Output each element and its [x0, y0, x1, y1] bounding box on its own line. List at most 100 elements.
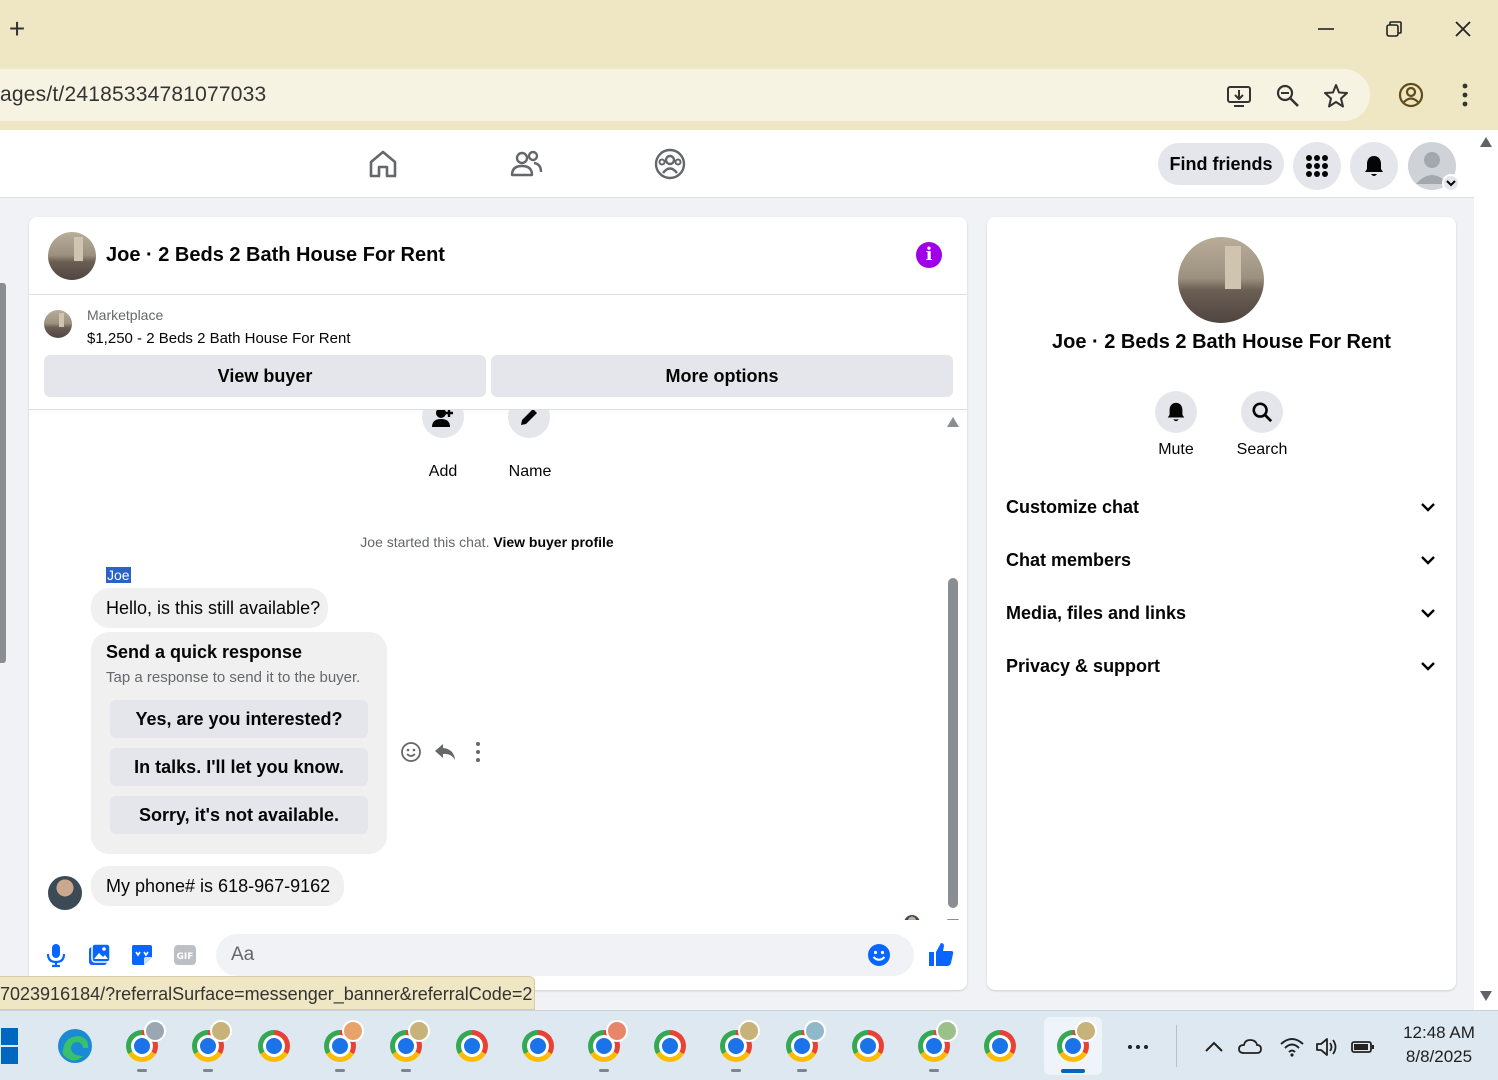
edit-name-button[interactable] [508, 410, 550, 438]
message-bubble[interactable]: My phone# is 618-967-9162 [91, 866, 344, 906]
section-chat-members[interactable]: Chat members [1006, 540, 1438, 580]
thumbs-up-icon[interactable] [927, 940, 955, 968]
chrome-window[interactable] [914, 1020, 958, 1066]
chat-panel: Joe · 2 Beds 2 Bath House For Rent i Mar… [29, 217, 967, 990]
chat-avatar[interactable] [48, 232, 96, 280]
start-windows-icon[interactable] [0, 1026, 20, 1066]
add-people-button[interactable] [422, 410, 464, 438]
friends-icon[interactable] [509, 147, 543, 181]
chrome-window[interactable] [518, 1026, 558, 1066]
profile-badge [1075, 1020, 1097, 1042]
chrome-window[interactable] [386, 1020, 430, 1066]
message-list[interactable]: Add Name Joe started this chat. View buy… [29, 410, 967, 920]
message-scrollbar[interactable] [946, 410, 960, 920]
message-input[interactable] [231, 934, 851, 976]
profile-badge [342, 1020, 364, 1042]
menu-button[interactable] [1293, 142, 1341, 190]
chrome-window-active[interactable] [1053, 1020, 1097, 1066]
windows-taskbar: 12:48 AM 8/8/2025 [0, 1010, 1498, 1080]
scroll-up-arrow-icon[interactable] [946, 416, 960, 428]
info-avatar[interactable] [1178, 237, 1264, 323]
quick-reply-button[interactable]: Yes, are you interested? [110, 700, 368, 738]
notifications-button[interactable] [1350, 142, 1398, 190]
chevron-up-icon[interactable] [1202, 1035, 1226, 1059]
sticker-icon[interactable] [129, 942, 155, 968]
browser-menu-icon[interactable] [1452, 82, 1478, 108]
chrome-window[interactable] [650, 1026, 690, 1066]
message-input-box[interactable] [216, 934, 914, 976]
view-buyer-button[interactable]: View buyer [44, 355, 486, 397]
restore-button[interactable] [1376, 14, 1412, 44]
profile-badge [606, 1020, 628, 1042]
scroll-down-arrow-icon[interactable] [1479, 990, 1493, 1002]
install-app-icon[interactable] [1226, 83, 1252, 109]
chrome-window[interactable] [584, 1020, 628, 1066]
close-window-button[interactable] [1445, 14, 1481, 44]
more-icon[interactable] [466, 740, 490, 764]
wifi-icon[interactable] [1280, 1035, 1304, 1059]
gif-icon[interactable]: GIF [172, 942, 198, 968]
find-friends-button[interactable]: Find friends [1158, 143, 1284, 185]
section-media-files-links[interactable]: Media, files and links [1006, 593, 1438, 633]
running-indicator [335, 1069, 345, 1072]
section-label: Media, files and links [1006, 603, 1187, 623]
quick-reply-button[interactable]: Sorry, it's not available. [110, 796, 368, 834]
onedrive-cloud-icon[interactable] [1238, 1035, 1262, 1059]
react-emoji-icon[interactable] [399, 740, 423, 764]
address-bar[interactable]: ages/t/24185334781077033 [0, 69, 1370, 121]
microphone-icon[interactable] [43, 942, 69, 968]
chrome-window[interactable] [452, 1026, 492, 1066]
running-indicator [599, 1069, 609, 1072]
section-privacy-support[interactable]: Privacy & support [1006, 646, 1438, 686]
account-avatar[interactable] [1408, 142, 1460, 192]
chrome-window[interactable] [716, 1020, 760, 1066]
chrome-window[interactable] [122, 1020, 166, 1066]
listing-thumbnail[interactable] [44, 310, 72, 338]
groups-icon[interactable] [653, 147, 687, 181]
chrome-window[interactable] [254, 1026, 294, 1066]
mute-label: Mute [1158, 441, 1194, 458]
page-scrollbar[interactable] [1474, 130, 1498, 1010]
edge-browser-icon[interactable] [55, 1026, 95, 1066]
battery-icon[interactable] [1351, 1035, 1375, 1059]
chevron-down-icon [1446, 180, 1456, 187]
profile-badge [738, 1020, 760, 1042]
chat-started-notice: Joe started this chat. View buyer profil… [29, 534, 945, 550]
zoom-icon[interactable] [1275, 83, 1301, 109]
section-customize-chat[interactable]: Customize chat [1006, 487, 1438, 527]
bookmark-star-icon[interactable] [1323, 83, 1349, 109]
profile-icon[interactable] [1398, 82, 1424, 108]
listing-title[interactable]: $1,250 - 2 Beds 2 Bath House For Rent [87, 330, 351, 347]
more-apps-icon[interactable] [1126, 1035, 1150, 1059]
home-icon[interactable] [366, 147, 400, 181]
conversation-info-icon[interactable]: i [916, 242, 942, 268]
mute-button[interactable] [1155, 391, 1197, 433]
chrome-window[interactable] [188, 1020, 232, 1066]
system-clock[interactable]: 12:48 AM 8/8/2025 [1394, 1021, 1484, 1069]
more-options-button[interactable]: More options [491, 355, 953, 397]
volume-icon[interactable] [1315, 1035, 1339, 1059]
message-bubble[interactable]: Hello, is this still available? [91, 588, 328, 628]
scroll-up-arrow-icon[interactable] [1479, 136, 1493, 148]
scrollbar-thumb[interactable] [948, 578, 958, 908]
emoji-icon[interactable] [867, 943, 891, 967]
chat-title[interactable]: Joe · 2 Beds 2 Bath House For Rent [106, 244, 445, 267]
taskbar-separator [1176, 1025, 1177, 1067]
new-tab-button[interactable]: + [4, 14, 30, 44]
running-indicator [929, 1069, 939, 1072]
search-in-conversation-button[interactable] [1241, 391, 1283, 433]
profile-badge [144, 1020, 166, 1042]
view-buyer-profile-link[interactable]: View buyer profile [493, 534, 613, 550]
chrome-window[interactable] [980, 1026, 1020, 1066]
minimize-button[interactable] [1308, 14, 1344, 44]
chevron-down-icon [1421, 556, 1435, 565]
chrome-window[interactable] [320, 1020, 364, 1066]
chrome-window[interactable] [782, 1020, 826, 1066]
photo-icon[interactable] [86, 942, 112, 968]
reply-icon[interactable] [433, 740, 457, 764]
chrome-window[interactable] [848, 1026, 888, 1066]
quick-reply-button[interactable]: In talks. I'll let you know. [110, 748, 368, 786]
left-panel-scroll-edge [0, 283, 6, 663]
buyer-avatar[interactable] [48, 876, 82, 910]
add-person-icon [432, 410, 453, 427]
